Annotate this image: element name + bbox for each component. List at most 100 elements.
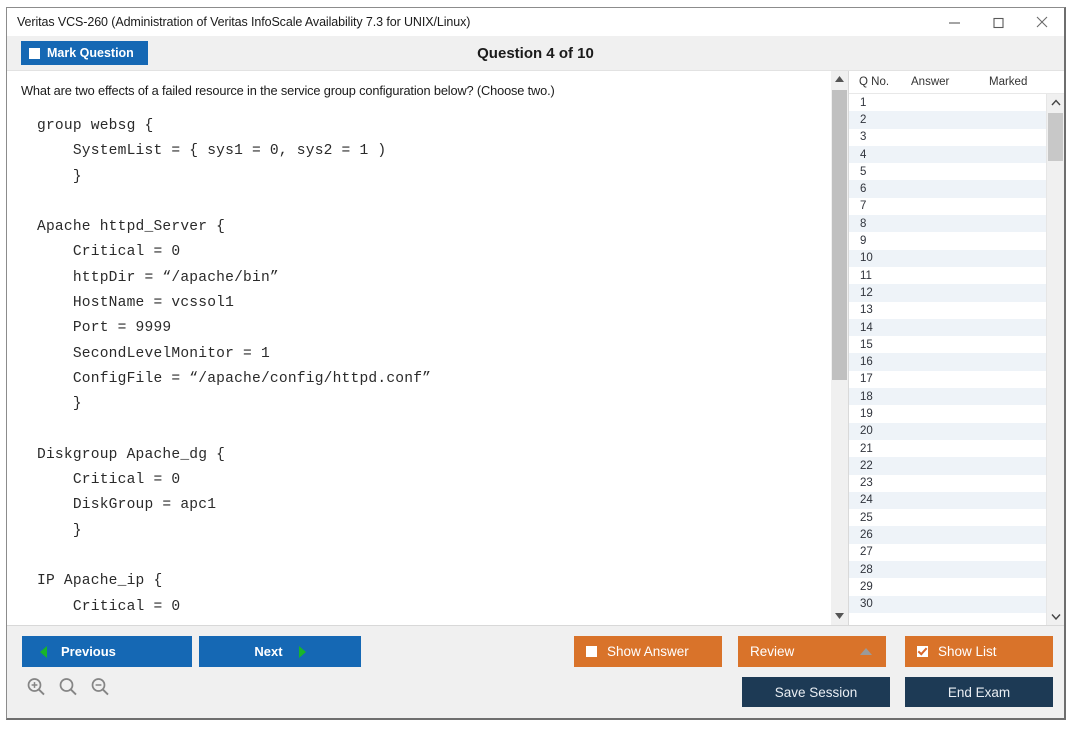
question-scroll-content: What are two effects of a failed resourc… xyxy=(7,71,830,620)
question-list-header: Q No. Answer Marked xyxy=(849,71,1064,94)
question-list-scrollbar[interactable] xyxy=(1046,94,1064,625)
scroll-down-arrow-icon[interactable] xyxy=(831,608,848,625)
cell-qno: 26 xyxy=(849,529,907,541)
table-row[interactable]: 22 xyxy=(849,457,1046,474)
table-row[interactable]: 10 xyxy=(849,250,1046,267)
table-row[interactable]: 21 xyxy=(849,440,1046,457)
body-area: What are two effects of a failed resourc… xyxy=(7,71,1064,625)
review-dropdown[interactable]: Review xyxy=(738,636,886,667)
table-row[interactable]: 12 xyxy=(849,284,1046,301)
cell-qno: 4 xyxy=(849,149,907,161)
table-row[interactable]: 11 xyxy=(849,267,1046,284)
list-scroll-down-arrow-icon[interactable] xyxy=(1047,608,1064,625)
cell-qno: 25 xyxy=(849,512,907,524)
next-button[interactable]: Next xyxy=(199,636,361,667)
cell-qno: 6 xyxy=(849,183,907,195)
cell-qno: 10 xyxy=(849,252,907,264)
previous-label: Previous xyxy=(61,644,116,659)
review-label: Review xyxy=(750,644,794,659)
minimize-icon[interactable] xyxy=(932,8,976,36)
table-row[interactable]: 5 xyxy=(849,163,1046,180)
show-list-label: Show List xyxy=(938,644,997,659)
next-label: Next xyxy=(254,644,282,659)
table-row[interactable]: 17 xyxy=(849,371,1046,388)
cell-qno: 11 xyxy=(849,270,907,282)
close-icon[interactable] xyxy=(1020,8,1064,36)
previous-button[interactable]: Previous xyxy=(22,636,192,667)
table-row[interactable]: 28 xyxy=(849,561,1046,578)
cell-qno: 17 xyxy=(849,373,907,385)
zoom-out-icon[interactable] xyxy=(89,676,111,698)
table-row[interactable]: 9 xyxy=(849,232,1046,249)
cell-qno: 5 xyxy=(849,166,907,178)
zoom-in-icon[interactable] xyxy=(25,676,47,698)
table-row[interactable]: 25 xyxy=(849,509,1046,526)
mark-question-label: Mark Question xyxy=(47,46,134,60)
table-row[interactable]: 18 xyxy=(849,388,1046,405)
chevron-up-icon xyxy=(860,648,872,655)
table-row[interactable]: 26 xyxy=(849,526,1046,543)
chevron-left-icon xyxy=(40,646,47,658)
question-prompt: What are two effects of a failed resourc… xyxy=(21,83,822,98)
chevron-right-icon xyxy=(299,646,306,658)
cell-qno: 22 xyxy=(849,460,907,472)
table-row[interactable]: 27 xyxy=(849,544,1046,561)
cell-qno: 18 xyxy=(849,391,907,403)
table-row[interactable]: 19 xyxy=(849,405,1046,422)
question-pane-scrollbar[interactable] xyxy=(830,71,848,625)
cell-qno: 24 xyxy=(849,494,907,506)
table-row[interactable]: 23 xyxy=(849,475,1046,492)
table-row[interactable]: 20 xyxy=(849,423,1046,440)
show-answer-button[interactable]: Show Answer xyxy=(574,636,722,667)
cell-qno: 12 xyxy=(849,287,907,299)
table-row[interactable]: 15 xyxy=(849,336,1046,353)
question-list-rows: 1234567891011121314151617181920212223242… xyxy=(849,94,1046,625)
table-row[interactable]: 16 xyxy=(849,353,1046,370)
list-scrollbar-thumb[interactable] xyxy=(1048,113,1063,161)
column-header-qno: Q No. xyxy=(849,76,911,88)
table-row[interactable]: 30 xyxy=(849,596,1046,613)
scrollbar-thumb[interactable] xyxy=(832,90,847,380)
show-list-button[interactable]: Show List xyxy=(905,636,1053,667)
zoom-tools xyxy=(25,676,111,698)
show-answer-label: Show Answer xyxy=(607,644,689,659)
maximize-icon[interactable] xyxy=(976,8,1020,36)
table-row[interactable]: 3 xyxy=(849,129,1046,146)
footer-toolbar: Previous Next Show Answer Review Show Li… xyxy=(7,625,1064,718)
table-row[interactable]: 7 xyxy=(849,198,1046,215)
end-exam-button[interactable]: End Exam xyxy=(905,677,1053,707)
column-header-marked: Marked xyxy=(989,76,1064,88)
cell-qno: 20 xyxy=(849,425,907,437)
mark-question-checkbox[interactable] xyxy=(29,48,40,59)
show-list-checkbox[interactable] xyxy=(917,646,928,657)
cell-qno: 16 xyxy=(849,356,907,368)
table-row[interactable]: 13 xyxy=(849,302,1046,319)
cell-qno: 19 xyxy=(849,408,907,420)
title-bar: Veritas VCS-260 (Administration of Verit… xyxy=(7,8,1064,36)
column-header-answer: Answer xyxy=(911,76,989,88)
show-answer-checkbox[interactable] xyxy=(586,646,597,657)
table-row[interactable]: 6 xyxy=(849,180,1046,197)
scroll-up-arrow-icon[interactable] xyxy=(831,71,848,88)
table-row[interactable]: 1 xyxy=(849,94,1046,111)
question-counter: Question 4 of 10 xyxy=(7,45,1064,62)
cell-qno: 21 xyxy=(849,443,907,455)
table-row[interactable]: 2 xyxy=(849,111,1046,128)
zoom-reset-icon[interactable] xyxy=(57,676,79,698)
list-scroll-up-arrow-icon[interactable] xyxy=(1047,94,1064,111)
question-pane: What are two effects of a failed resourc… xyxy=(7,71,830,625)
table-row[interactable]: 24 xyxy=(849,492,1046,509)
cell-qno: 23 xyxy=(849,477,907,489)
table-row[interactable]: 14 xyxy=(849,319,1046,336)
table-row[interactable]: 4 xyxy=(849,146,1046,163)
save-session-button[interactable]: Save Session xyxy=(742,677,890,707)
cell-qno: 3 xyxy=(849,131,907,143)
cell-qno: 15 xyxy=(849,339,907,351)
table-row[interactable]: 8 xyxy=(849,215,1046,232)
table-row[interactable]: 29 xyxy=(849,578,1046,595)
header-bar: Mark Question Question 4 of 10 xyxy=(7,36,1064,71)
mark-question-button[interactable]: Mark Question xyxy=(21,41,148,65)
cell-qno: 27 xyxy=(849,546,907,558)
cell-qno: 8 xyxy=(849,218,907,230)
question-list-body: 1234567891011121314151617181920212223242… xyxy=(849,94,1064,625)
